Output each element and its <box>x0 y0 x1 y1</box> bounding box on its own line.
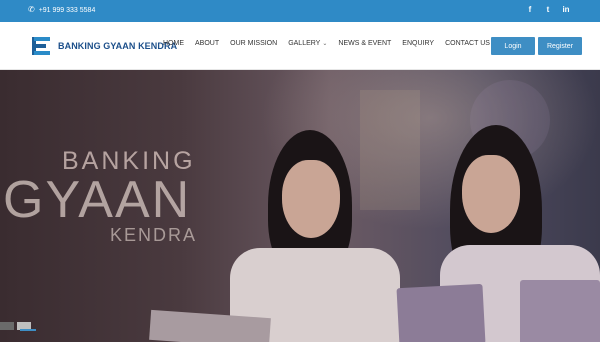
phone-contact[interactable]: ✆ +91 999 333 5584 <box>28 6 95 14</box>
twitter-icon[interactable]: t <box>544 5 552 14</box>
hero-title-line2: GYAAN <box>3 171 192 229</box>
phone-number: +91 999 333 5584 <box>38 6 96 14</box>
nav-gallery[interactable]: GALLERY ⌄ <box>288 40 327 47</box>
linkedin-icon[interactable]: in <box>562 5 570 14</box>
nav-enquiry[interactable]: ENQUIRY <box>402 40 434 47</box>
logo-text: BANKING GYAAN KENDRA <box>58 41 178 51</box>
slider-controls <box>0 322 36 331</box>
login-button[interactable]: Login <box>491 37 535 55</box>
nav-home[interactable]: HOME <box>163 40 184 47</box>
nav-our-mission[interactable]: OUR MISSION <box>230 40 277 47</box>
phone-icon: ✆ <box>28 5 35 14</box>
main-header: BANKING GYAAN KENDRA HOME ABOUT OUR MISS… <box>0 22 600 70</box>
hero-slider: BANKING GYAAN KENDRA <box>0 70 600 342</box>
social-links: f t in <box>526 5 570 14</box>
hero-title-line3: KENDRA <box>110 225 198 245</box>
site-logo[interactable]: BANKING GYAAN KENDRA <box>30 34 177 58</box>
top-contact-bar: ✆ +91 999 333 5584 f t in <box>0 0 600 22</box>
nav-about[interactable]: ABOUT <box>195 40 219 47</box>
slider-progress <box>20 329 36 331</box>
chevron-down-icon: ⌄ <box>322 41 328 47</box>
main-nav: HOME ABOUT OUR MISSION GALLERY ⌄ NEWS & E… <box>163 40 501 47</box>
facebook-icon[interactable]: f <box>526 5 534 14</box>
hero-title: BANKING GYAAN KENDRA <box>0 70 600 342</box>
register-button[interactable]: Register <box>538 37 582 55</box>
slider-dot[interactable] <box>0 322 14 330</box>
nav-contact-us[interactable]: CONTACT US <box>445 40 490 47</box>
nav-news-event[interactable]: NEWS & EVENT <box>338 40 391 47</box>
logo-mark-icon <box>30 35 56 57</box>
